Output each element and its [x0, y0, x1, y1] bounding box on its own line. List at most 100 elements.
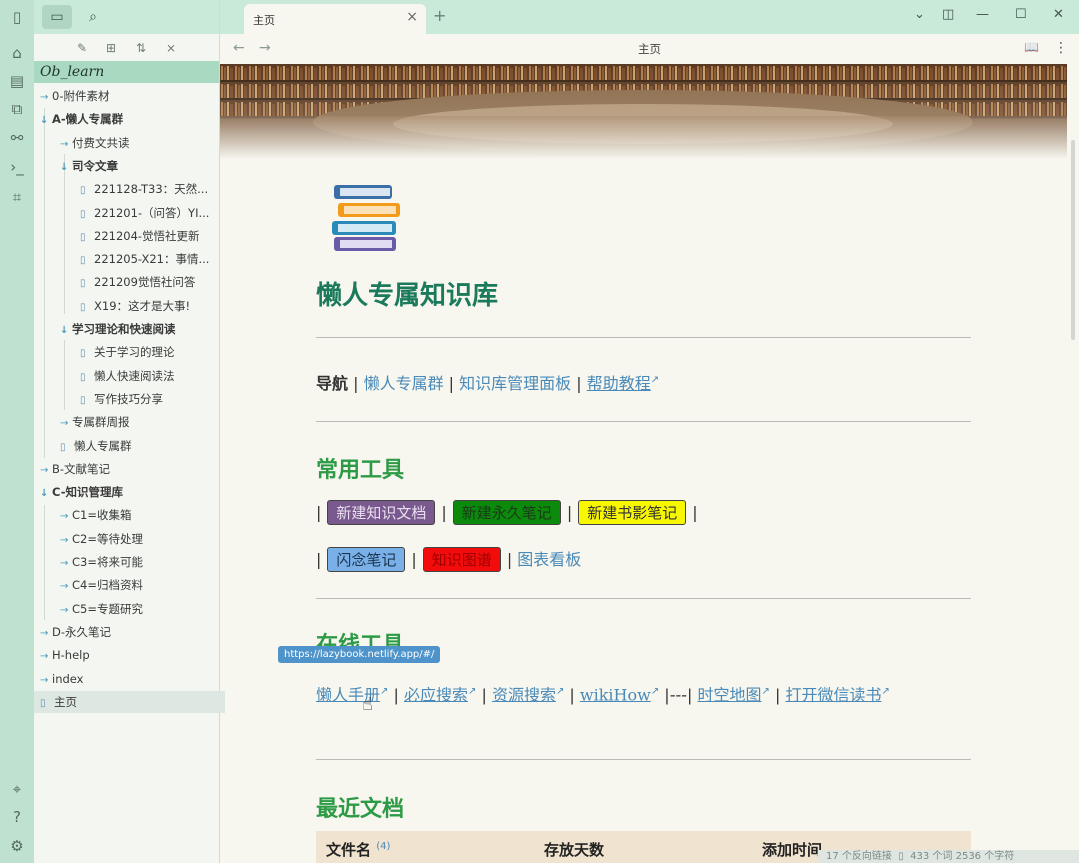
- chevron-right-icon: →: [60, 138, 69, 150]
- tree-item-label: index: [52, 671, 84, 686]
- minimize-icon[interactable]: —: [976, 7, 989, 22]
- tree-item[interactable]: ▯ 懒人快速阅读法: [34, 365, 265, 387]
- tool-button[interactable]: 闪念笔记: [327, 547, 406, 572]
- chevron-right-icon: →: [60, 558, 69, 569]
- tree-item[interactable]: ↓ A-懒人专属群: [34, 108, 225, 130]
- scrollbar[interactable]: [1071, 140, 1075, 340]
- window-close-icon[interactable]: ✕: [1053, 7, 1064, 22]
- tree-item-label: 221209觉悟社问答: [94, 275, 196, 290]
- chevron-down-icon: ↓: [40, 115, 49, 127]
- tree-item[interactable]: ▯ 懒人专属群: [34, 435, 245, 457]
- tab-home[interactable]: 主页 ×: [244, 4, 426, 34]
- external-link-icon: ↗: [380, 686, 389, 697]
- new-note-icon[interactable]: ✎: [72, 38, 92, 58]
- chevron-right-icon: →: [60, 581, 69, 593]
- vault-switch-icon[interactable]: ⌖: [5, 777, 29, 801]
- settings-icon[interactable]: ⚙: [5, 834, 29, 858]
- tree-item[interactable]: → C4=归档资料: [34, 574, 245, 596]
- file-icon: ▯: [80, 231, 86, 243]
- col-filename[interactable]: 文件名 (4): [326, 839, 390, 860]
- file-icon: ▯: [80, 394, 86, 406]
- help-icon[interactable]: ?: [5, 805, 29, 829]
- link-bing[interactable]: 必应搜索: [404, 685, 468, 704]
- view-header: ← → 主页 📖 ⋮: [220, 34, 1079, 64]
- tree-item-label: 专属群周报: [72, 415, 130, 430]
- chevron-right-icon: →: [40, 464, 49, 476]
- sort-icon[interactable]: ⇅: [131, 38, 151, 58]
- maximize-icon[interactable]: ☐: [1015, 7, 1027, 22]
- vault-name[interactable]: Ob_learn: [34, 61, 219, 83]
- toggle-sidebar-icon[interactable]: ▯: [5, 5, 29, 29]
- link-chart-board[interactable]: 图表看板: [517, 550, 581, 569]
- col-added[interactable]: 添加时间: [762, 839, 822, 860]
- chevron-down-icon[interactable]: ⌄: [914, 7, 925, 22]
- link-space-time-map[interactable]: 时空地图: [698, 685, 762, 704]
- tree-item[interactable]: ↓ 司令文章: [34, 155, 245, 177]
- tree-item-label: 懒人专属群: [74, 438, 132, 453]
- right-sidebar-icon[interactable]: ◫: [942, 7, 954, 22]
- tree-item-label: A-懒人专属群: [52, 112, 124, 127]
- book-icon[interactable]: ▤: [5, 69, 29, 93]
- tree-item[interactable]: → H-help: [34, 644, 225, 666]
- tree-item[interactable]: → C1=收集箱: [34, 504, 245, 526]
- tree-item-label: 主页: [54, 694, 77, 709]
- sidebar-header: ▭ ⌕: [34, 0, 219, 34]
- collapse-icon[interactable]: ⨯: [161, 38, 181, 58]
- tree-item[interactable]: → C5=专题研究: [34, 598, 245, 620]
- tree-item[interactable]: ↓ C-知识管理库: [34, 481, 225, 503]
- tree-item[interactable]: ▯ X19：这才是大事!: [34, 295, 265, 317]
- template-icon[interactable]: ⌗: [5, 185, 29, 209]
- tree-item[interactable]: → 专属群周报: [34, 411, 245, 433]
- tool-button[interactable]: 新建永久笔记: [452, 500, 561, 525]
- tree-item[interactable]: ▯ 221209觉悟社问答: [34, 271, 265, 293]
- tree-item[interactable]: → D-永久笔记: [34, 621, 225, 643]
- link-lazy-group[interactable]: 懒人专属群: [364, 374, 444, 393]
- graph-icon[interactable]: ⚯: [5, 126, 29, 150]
- tree-item[interactable]: → C2=等待处理: [34, 528, 245, 550]
- folder-icon[interactable]: ▭: [42, 5, 72, 29]
- tree-item[interactable]: ▯ 221204-觉悟社更新: [34, 225, 265, 247]
- chevron-right-icon: →: [60, 511, 69, 523]
- file-icon: ▯: [80, 255, 86, 267]
- tools-heading: 常用工具: [316, 458, 405, 483]
- new-folder-icon[interactable]: ⊞: [101, 38, 121, 58]
- tree-item[interactable]: ▯ 关于学习的理论: [34, 341, 265, 363]
- reading-mode-icon[interactable]: 📖: [1024, 40, 1039, 54]
- tree-item[interactable]: → C3=将来可能: [34, 551, 245, 573]
- col-days[interactable]: 存放天数: [544, 839, 604, 860]
- tree-item[interactable]: → index: [34, 668, 225, 690]
- link-wikihow[interactable]: wikiHow: [580, 685, 651, 704]
- tool-button[interactable]: 新建书影笔记: [578, 500, 687, 525]
- tree-item-label: B-文献笔记: [52, 461, 111, 476]
- tree-item-label: 221205-X21：事情...: [94, 252, 210, 267]
- tree-item-label: C3=将来可能: [72, 555, 143, 569]
- tree-item-label: C4=归档资料: [72, 578, 143, 593]
- close-icon[interactable]: ×: [406, 9, 418, 25]
- file-icon: ▯: [80, 278, 86, 290]
- tree-item[interactable]: ▯ 写作技巧分享: [34, 388, 265, 410]
- terminal-icon[interactable]: ›_: [5, 155, 29, 179]
- home-icon[interactable]: ⌂: [5, 41, 29, 65]
- tree-item[interactable]: ↓ 学习理论和快速阅读: [34, 318, 245, 340]
- tool-button[interactable]: 新建知识文档: [327, 500, 436, 525]
- link-kb-panel[interactable]: 知识库管理面板: [459, 374, 571, 393]
- tree-item[interactable]: → 0-附件素材: [34, 85, 225, 107]
- link-resource-search[interactable]: 资源搜索: [492, 685, 556, 704]
- tree-item-label: 关于学习的理论: [94, 345, 175, 360]
- new-tab-icon[interactable]: +: [433, 6, 446, 25]
- tree-item[interactable]: → B-文献笔记: [34, 458, 225, 480]
- link-help[interactable]: 帮助教程: [587, 374, 651, 393]
- search-icon[interactable]: ⌕: [78, 5, 108, 29]
- backlinks-count[interactable]: 17 个反向链接: [826, 851, 892, 862]
- tree-item[interactable]: → 付费文共读: [34, 132, 245, 154]
- tree-item[interactable]: ▯ 221128-T33：天然...: [34, 178, 265, 200]
- link-wechat-read[interactable]: 打开微信读书: [785, 685, 881, 704]
- file-stack-icon[interactable]: ⧉: [5, 97, 29, 121]
- tree-item-label: 0-附件素材: [52, 89, 110, 103]
- hand-cursor-icon: ☝: [362, 694, 373, 715]
- tool-button[interactable]: 知识图谱: [422, 547, 501, 572]
- more-options-icon[interactable]: ⋮: [1054, 40, 1068, 56]
- tree-item[interactable]: ▯ 221205-X21：事情...: [34, 248, 265, 270]
- tree-item[interactable]: ▯ 221201-（问答）YI...: [34, 202, 265, 224]
- tree-item[interactable]: ▯ 主页: [34, 690, 225, 713]
